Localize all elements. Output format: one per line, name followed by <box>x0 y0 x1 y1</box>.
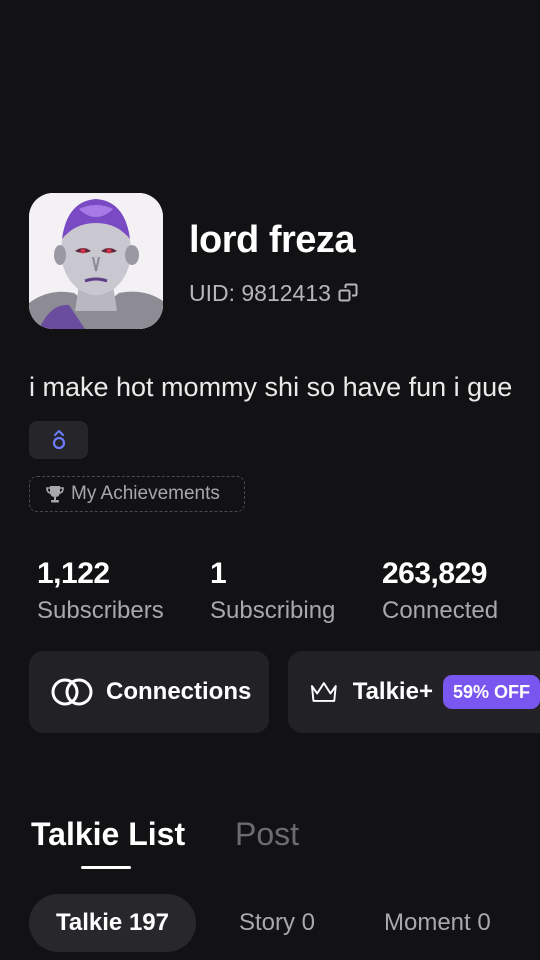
talkie-plus-label: Talkie+ <box>352 678 433 705</box>
tab-active-indicator <box>81 866 131 869</box>
stat-connected[interactable]: 263,829 Connected <box>382 556 498 626</box>
uid-text: UID: 9812413 <box>189 280 331 306</box>
connections-icon <box>51 678 93 706</box>
crown-icon <box>311 682 337 702</box>
chat-bubble-icon <box>52 430 65 450</box>
subtab-story[interactable]: Story 0 <box>239 894 315 952</box>
stat-label: Subscribers <box>37 597 164 624</box>
stat-subscribers[interactable]: 1,122 Subscribers <box>37 556 164 626</box>
discount-badge: 59% OFF <box>442 675 540 709</box>
avatar[interactable] <box>29 193 163 329</box>
connections-label: Connections <box>106 678 252 705</box>
stat-value: 263,829 <box>382 557 487 590</box>
profile-screen: lord freza UID: 9812413 i make hot mommy… <box>0 0 540 960</box>
badge-chip[interactable] <box>29 421 88 459</box>
avatar-image <box>29 193 163 329</box>
achievements-label: My Achievements <box>71 483 220 504</box>
profile-name: lord freza <box>189 219 356 261</box>
stat-value: 1 <box>210 557 227 590</box>
stat-label: Connected <box>382 597 499 624</box>
tab-talkie-list[interactable]: Talkie List <box>31 814 185 854</box>
profile-bio: i make hot mommy shi so have fun i gue <box>29 372 513 402</box>
stat-label: Subscribing <box>210 597 336 624</box>
uid-row: UID: 9812413 <box>189 279 359 307</box>
subtab-moment[interactable]: Moment 0 <box>384 894 491 952</box>
tab-post[interactable]: Post <box>235 814 299 854</box>
achievements-button[interactable]: My Achievements <box>29 476 245 512</box>
connections-button[interactable]: Connections <box>29 651 269 733</box>
copy-icon[interactable] <box>337 282 359 304</box>
trophy-icon <box>46 486 64 503</box>
subtab-talkie[interactable]: Talkie 197 <box>29 894 196 952</box>
stat-value: 1,122 <box>37 557 110 590</box>
stat-subscribing[interactable]: 1 Subscribing <box>210 556 335 626</box>
talkie-plus-button[interactable]: Talkie+ 59% OFF <box>288 651 540 733</box>
